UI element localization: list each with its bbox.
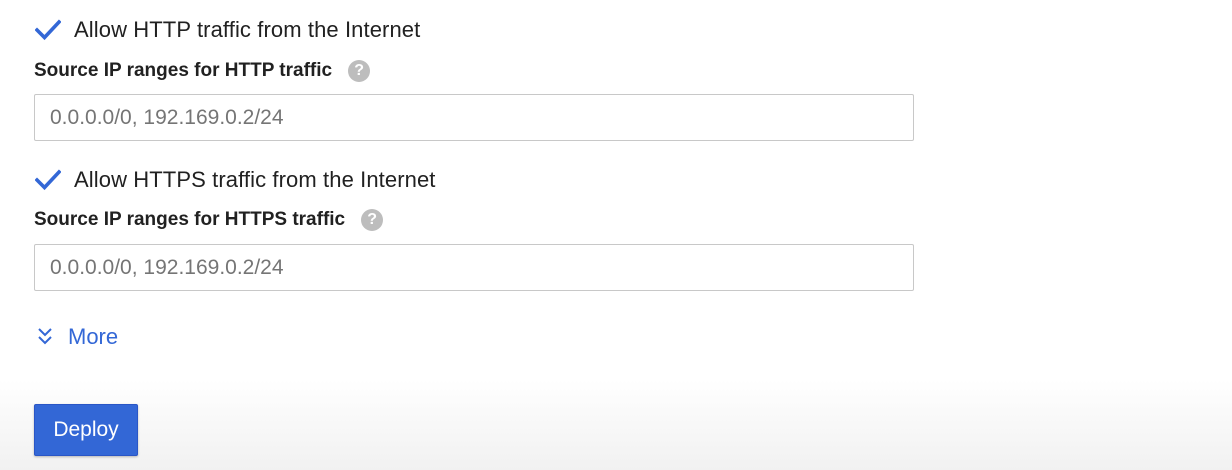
http-checkbox-row[interactable]: Allow HTTP traffic from the Internet: [34, 15, 420, 45]
http-source-ip-input[interactable]: [34, 94, 914, 141]
help-icon[interactable]: ?: [361, 209, 384, 231]
https-checkbox-row[interactable]: Allow HTTPS traffic from the Internet: [34, 165, 436, 195]
http-source-ip-label-text: Source IP ranges for HTTP traffic: [34, 60, 333, 81]
checkmark-icon: [35, 169, 61, 191]
http-source-ip-label: Source IP ranges for HTTP traffic ?: [34, 58, 371, 84]
https-checkbox[interactable]: [34, 166, 62, 194]
more-link-label[interactable]: More: [68, 324, 118, 350]
http-checkbox-label[interactable]: Allow HTTP traffic from the Internet: [74, 17, 420, 43]
https-source-ip-label: Source IP ranges for HTTPS traffic ?: [34, 207, 384, 233]
https-source-ip-label-text: Source IP ranges for HTTPS traffic: [34, 209, 346, 230]
bottom-fade: [0, 380, 1232, 470]
chevron-double-down-icon: [36, 326, 54, 348]
http-checkbox[interactable]: [34, 16, 62, 44]
more-link[interactable]: More: [36, 322, 118, 352]
help-icon[interactable]: ?: [348, 60, 371, 82]
https-source-ip-input[interactable]: [34, 244, 914, 291]
https-checkbox-label[interactable]: Allow HTTPS traffic from the Internet: [74, 167, 436, 193]
checkmark-icon: [35, 19, 61, 41]
deploy-button[interactable]: Deploy: [34, 404, 138, 456]
